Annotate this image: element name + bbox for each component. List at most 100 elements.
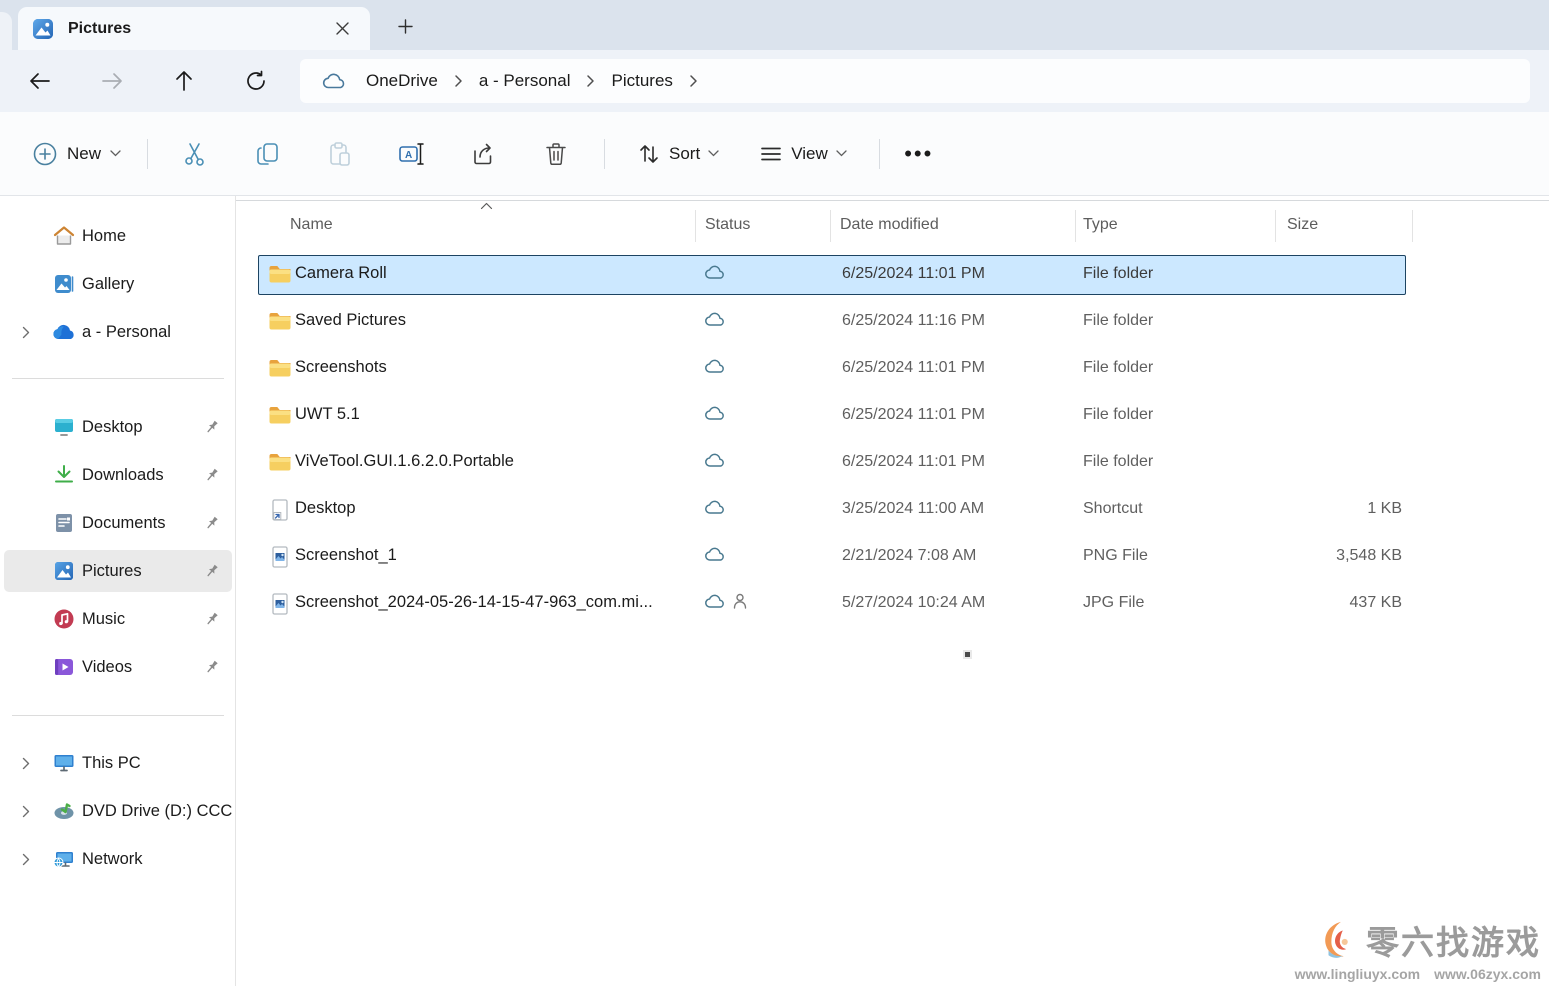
- file-name: UWT 5.1: [295, 405, 360, 424]
- sidebar-item-downloads[interactable]: Downloads: [4, 454, 232, 496]
- file-list-pane: Name Status Date modified Type Size Came…: [236, 196, 1549, 986]
- more-icon[interactable]: •••: [896, 134, 942, 174]
- copy-icon[interactable]: [245, 134, 291, 174]
- folder-icon: [268, 404, 292, 428]
- sidebar-item-this-pc[interactable]: This PC: [4, 742, 232, 784]
- column-header-date-modified[interactable]: Date modified: [840, 216, 939, 234]
- sort-button[interactable]: Sort: [625, 134, 731, 174]
- sidebar-item-documents[interactable]: Documents: [4, 502, 232, 544]
- sidebar-item-videos[interactable]: Videos: [4, 646, 232, 688]
- new-tab-icon[interactable]: [390, 11, 420, 41]
- breadcrumb-item-personal[interactable]: a - Personal: [469, 66, 581, 96]
- file-row-desktop-shortcut[interactable]: Desktop 3/25/2024 11:00 AM Shortcut 1 KB: [258, 490, 1406, 530]
- file-name: Screenshots: [295, 358, 387, 377]
- file-row-screenshots[interactable]: Screenshots 6/25/2024 11:01 PM File fold…: [258, 349, 1406, 389]
- sidebar-item-label: DVD Drive (D:) CCC: [82, 802, 232, 821]
- cut-icon[interactable]: [173, 134, 219, 174]
- breadcrumb-chevron-icon[interactable]: [689, 74, 698, 88]
- view-icon: [759, 142, 783, 166]
- image-file-icon: [268, 592, 292, 616]
- file-row-camera-roll[interactable]: Camera Roll 6/25/2024 11:01 PM File fold…: [258, 255, 1406, 295]
- sidebar-item-pictures[interactable]: Pictures: [4, 550, 232, 592]
- close-tab-icon[interactable]: [328, 15, 356, 43]
- sidebar-item-label: Network: [82, 850, 143, 869]
- forward-icon[interactable]: [92, 63, 132, 99]
- file-name: Desktop: [295, 499, 356, 518]
- desktop-icon: [52, 415, 76, 439]
- svg-text:A: A: [405, 150, 412, 161]
- file-type: File folder: [1083, 265, 1153, 283]
- refresh-icon[interactable]: [236, 63, 276, 99]
- file-date-modified: 6/25/2024 11:16 PM: [842, 312, 985, 330]
- chevron-right-icon[interactable]: [18, 755, 34, 771]
- file-size: 3,548 KB: [1158, 547, 1402, 565]
- chevron-right-icon[interactable]: [18, 324, 34, 340]
- chevron-down-icon: [708, 150, 719, 157]
- chevron-right-icon[interactable]: [18, 803, 34, 819]
- pictures-icon: [52, 559, 76, 583]
- sidebar-item-network[interactable]: Network: [4, 838, 232, 880]
- column-header-type[interactable]: Type: [1083, 216, 1118, 234]
- delete-icon[interactable]: [533, 134, 579, 174]
- breadcrumb-item-onedrive[interactable]: OneDrive: [356, 66, 448, 96]
- file-size: 437 KB: [1158, 594, 1402, 612]
- new-button[interactable]: New: [18, 133, 135, 175]
- back-icon[interactable]: [20, 63, 60, 99]
- breadcrumb-chevron-icon[interactable]: [454, 74, 463, 88]
- column-divider[interactable]: [1275, 210, 1276, 242]
- navigation-bar: OneDrive a - Personal Pictures: [0, 50, 1549, 112]
- column-divider[interactable]: [830, 210, 831, 242]
- sidebar-item-dvd-drive[interactable]: DVD Drive (D:) CCC: [4, 790, 232, 832]
- file-row-screenshot-2024[interactable]: Screenshot_2024-05-26-14-15-47-963_com.m…: [258, 584, 1406, 624]
- file-date-modified: 2/21/2024 7:08 AM: [842, 547, 976, 565]
- column-header-name[interactable]: Name: [290, 216, 333, 234]
- sidebar-item-onedrive-personal[interactable]: a - Personal: [4, 311, 232, 353]
- toolbar-divider: [604, 139, 605, 169]
- column-header-size[interactable]: Size: [1287, 216, 1318, 234]
- file-name: ViVeTool.GUI.1.6.2.0.Portable: [295, 452, 514, 471]
- background-tab-sliver: [0, 12, 12, 50]
- view-button[interactable]: View: [747, 134, 859, 174]
- up-icon[interactable]: [164, 63, 204, 99]
- sidebar-item-desktop[interactable]: Desktop: [4, 406, 232, 448]
- column-divider[interactable]: [1075, 210, 1076, 242]
- tab-title: Pictures: [68, 20, 328, 38]
- breadcrumb-item-pictures[interactable]: Pictures: [601, 66, 682, 96]
- navigation-pane: Home Gallery a - Personal Desktop Downlo…: [0, 196, 236, 986]
- rename-icon[interactable]: A: [389, 134, 435, 174]
- file-date-modified: 6/25/2024 11:01 PM: [842, 359, 985, 377]
- file-row-saved-pictures[interactable]: Saved Pictures 6/25/2024 11:16 PM File f…: [258, 302, 1406, 342]
- chevron-right-icon[interactable]: [18, 851, 34, 867]
- new-plus-icon: [32, 141, 58, 167]
- folder-icon: [268, 310, 292, 334]
- paste-icon[interactable]: [317, 134, 363, 174]
- toolbar-divider: [879, 139, 880, 169]
- column-divider[interactable]: [1412, 210, 1413, 242]
- sidebar-item-gallery[interactable]: Gallery: [4, 263, 232, 305]
- sidebar-item-music[interactable]: Music: [4, 598, 232, 640]
- cloud-status-icon: [704, 499, 727, 515]
- home-icon: [52, 224, 76, 248]
- cloud-status-icon: [704, 311, 727, 327]
- file-row-uwt[interactable]: UWT 5.1 6/25/2024 11:01 PM File folder: [258, 396, 1406, 436]
- file-row-vivetool[interactable]: ViVeTool.GUI.1.6.2.0.Portable 6/25/2024 …: [258, 443, 1406, 483]
- sidebar-item-label: This PC: [82, 754, 141, 773]
- pin-icon: [202, 417, 222, 437]
- new-button-label: New: [67, 144, 101, 164]
- pin-icon: [202, 609, 222, 629]
- sidebar-item-home[interactable]: Home: [4, 215, 232, 257]
- file-name: Saved Pictures: [295, 311, 406, 330]
- file-type: PNG File: [1083, 547, 1148, 565]
- breadcrumb-chevron-icon[interactable]: [586, 74, 595, 88]
- file-date-modified: 6/25/2024 11:01 PM: [842, 265, 985, 283]
- sidebar-item-label: Documents: [82, 514, 165, 533]
- pin-icon: [202, 513, 222, 533]
- sidebar-item-label: Music: [82, 610, 125, 629]
- tab-pictures[interactable]: Pictures: [18, 7, 370, 50]
- watermark: 零六找游戏 www.lingliuyx.com www.06zyx.com: [1301, 916, 1541, 982]
- share-icon[interactable]: [461, 134, 507, 174]
- column-divider[interactable]: [695, 210, 696, 242]
- file-row-screenshot-1[interactable]: Screenshot_1 2/21/2024 7:08 AM PNG File …: [258, 537, 1406, 577]
- column-header-status[interactable]: Status: [705, 216, 750, 234]
- file-type: Shortcut: [1083, 500, 1143, 518]
